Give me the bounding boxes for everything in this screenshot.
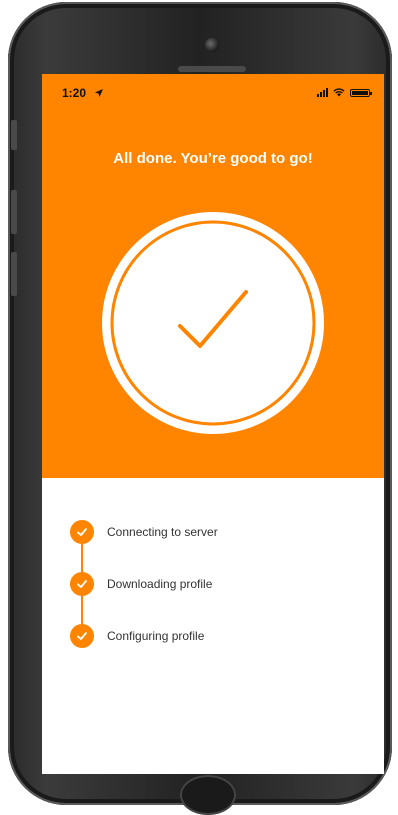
status-time: 1:20	[62, 86, 87, 100]
wifi-icon	[333, 88, 345, 97]
earpiece-speaker	[178, 66, 246, 72]
volume-down-button	[11, 252, 17, 296]
check-circle-icon	[70, 572, 94, 596]
location-arrow-icon	[95, 89, 103, 97]
checkmark-icon	[102, 212, 324, 434]
status-icons	[317, 88, 372, 97]
signal-icon	[317, 88, 328, 97]
step-label: Configuring profile	[107, 629, 205, 643]
step-configuring: Configuring profile	[70, 624, 204, 648]
success-title: All done. You’re good to go!	[113, 150, 313, 167]
battery-icon	[350, 88, 372, 97]
phone-frame: 1:20 All done. You’re good to go! Connec…	[8, 2, 392, 815]
check-circle-icon	[70, 624, 94, 648]
step-label: Connecting to server	[107, 525, 218, 539]
home-button[interactable]	[180, 775, 236, 815]
volume-up-button	[11, 190, 17, 234]
step-connecting: Connecting to server	[70, 520, 218, 544]
step-downloading: Downloading profile	[70, 572, 212, 596]
screen: 1:20 All done. You’re good to go! Connec…	[42, 74, 384, 774]
front-camera	[205, 38, 219, 52]
check-circle-icon	[70, 520, 94, 544]
step-label: Downloading profile	[107, 577, 213, 591]
success-header: 1:20 All done. You’re good to go!	[42, 74, 384, 478]
mute-switch	[11, 120, 17, 150]
status-bar: 1:20	[42, 84, 384, 104]
